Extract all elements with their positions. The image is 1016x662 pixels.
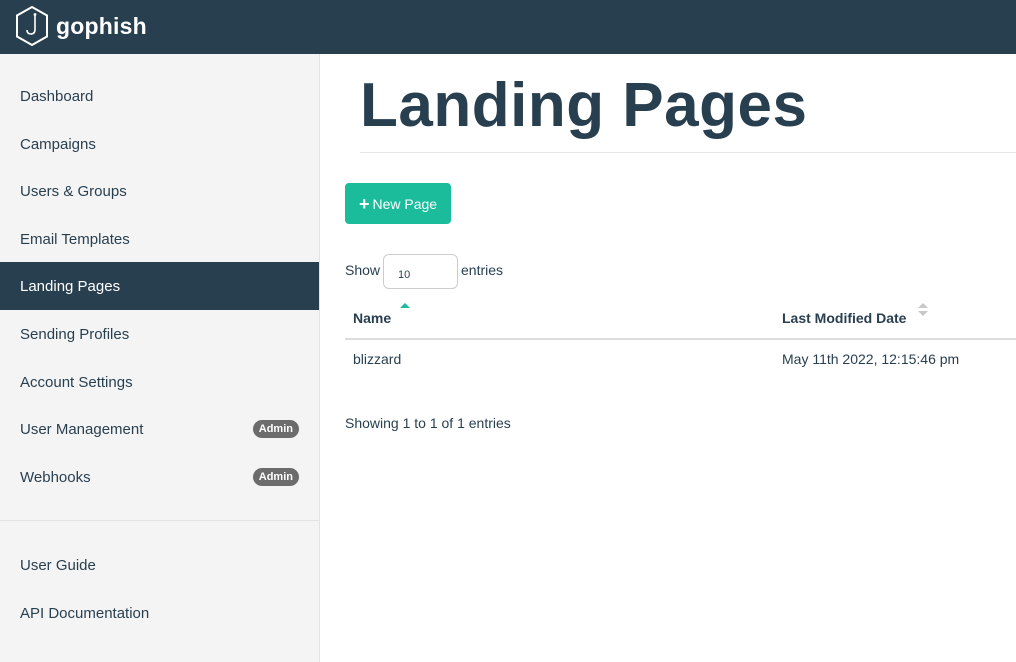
sidebar-item-campaigns[interactable]: Campaigns — [0, 120, 319, 168]
sidebar-item-label: Sending Profiles — [20, 325, 130, 343]
sidebar-item-label: Dashboard — [20, 87, 94, 105]
page-title: Landing Pages — [360, 71, 808, 140]
new-page-button[interactable]: + New Page — [345, 183, 451, 224]
sidebar-item-api-documentation[interactable]: API Documentation — [0, 589, 319, 637]
brand-logo[interactable]: gophish — [14, 5, 147, 47]
title-divider — [360, 152, 1016, 153]
entries-label: entries — [461, 262, 504, 278]
sidebar-item-label: Campaigns — [20, 135, 96, 153]
sidebar-item-label: Email Templates — [20, 230, 130, 248]
app-name: gophish — [56, 12, 147, 39]
sort-down-icon[interactable] — [918, 311, 928, 316]
sort-up-icon[interactable] — [918, 303, 928, 308]
sidebar-item-users-groups[interactable]: Users & Groups — [0, 167, 319, 215]
entries-per-page-select[interactable]: 10 — [383, 254, 458, 289]
sidebar-divider — [0, 520, 319, 521]
plus-icon: + — [358, 193, 370, 214]
top-navbar: gophish — [0, 0, 1016, 54]
sidebar-item-dashboard[interactable]: Dashboard — [0, 72, 319, 120]
sidebar-item-landing-pages[interactable]: Landing Pages — [0, 262, 319, 310]
sidebar-item-webhooks[interactable]: Webhooks Admin — [0, 453, 319, 501]
sidebar-item-label: User Management — [20, 420, 144, 438]
sidebar-item-label: Users & Groups — [20, 182, 127, 200]
column-header-last-modified[interactable]: Last Modified Date — [782, 310, 906, 326]
hook-logo-icon — [16, 5, 48, 47]
sidebar-item-label: Landing Pages — [20, 277, 121, 295]
sidebar-item-user-guide[interactable]: User Guide — [0, 541, 319, 589]
table-header-divider — [345, 338, 1016, 340]
sort-ascending-icon[interactable] — [400, 303, 410, 308]
sidebar-item-user-management[interactable]: User Management Admin — [0, 405, 319, 453]
column-header-label: Name — [353, 310, 392, 326]
column-header-name[interactable]: Name — [353, 310, 391, 326]
table-cell-modified: May 11th 2022, 12:15:46 pm — [782, 351, 960, 367]
sidebar-item-email-templates[interactable]: Email Templates — [0, 215, 319, 263]
sidebar-item-label: Account Settings — [20, 373, 133, 391]
table-info: Showing 1 to 1 of 1 entries — [345, 415, 511, 431]
show-label: Show — [345, 262, 381, 278]
sidebar-item-label: API Documentation — [20, 604, 150, 622]
sidebar: Dashboard Campaigns Users & Groups Email… — [0, 54, 320, 662]
sidebar-item-account-settings[interactable]: Account Settings — [0, 358, 319, 406]
table-cell-name: blizzard — [353, 351, 402, 367]
sidebar-item-label: Webhooks — [20, 468, 91, 486]
column-header-label: Last Modified Date — [782, 310, 907, 326]
sidebar-item-label: User Guide — [20, 556, 96, 574]
admin-badge: Admin — [252, 468, 299, 486]
admin-badge: Admin — [252, 420, 299, 438]
sidebar-item-sending-profiles[interactable]: Sending Profiles — [0, 310, 319, 358]
new-page-button-label: New Page — [372, 195, 438, 212]
